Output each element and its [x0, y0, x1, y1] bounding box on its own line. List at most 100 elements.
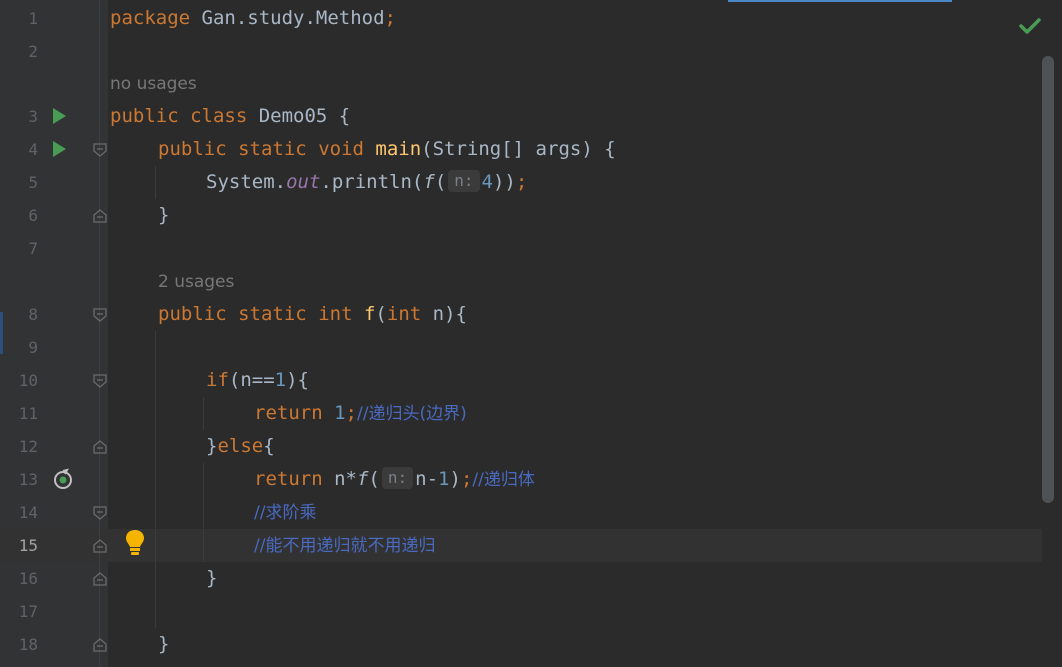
run-icon[interactable] [53, 141, 66, 157]
keyword: int [386, 303, 422, 325]
static-field: out [286, 171, 321, 193]
code-line-3[interactable]: public class Demo05 { [110, 100, 350, 133]
line-number[interactable]: 6 [0, 199, 38, 232]
number-literal: 1 [274, 369, 287, 391]
indent-guide [203, 463, 204, 562]
method-signature: (String[] args) { [421, 138, 616, 160]
semicolon: ; [345, 402, 357, 424]
code-text: System. [206, 171, 287, 193]
number-literal: 1 [322, 402, 346, 424]
line-number-current[interactable]: 15 [0, 529, 38, 562]
fold-icon[interactable] [93, 506, 107, 520]
keyword: static [238, 303, 307, 325]
line-number[interactable]: 12 [0, 430, 38, 463]
line-number[interactable]: 17 [0, 595, 38, 628]
line-number[interactable]: 18 [0, 628, 38, 661]
code-line-1[interactable]: package Gan.study.Method; [110, 2, 396, 35]
method-name: main [375, 138, 422, 160]
keyword: public [158, 303, 227, 325]
code-line-14[interactable]: //求阶乘 [254, 496, 316, 529]
method-signature: n){ [421, 303, 467, 325]
line-number[interactable]: 10 [0, 364, 38, 397]
fold-icon[interactable] [93, 440, 107, 454]
run-icon[interactable] [53, 108, 66, 124]
keyword: package [110, 7, 191, 29]
line-number[interactable]: 8 [0, 298, 38, 331]
parameter-hint: n: [448, 170, 480, 192]
line-number[interactable]: 16 [0, 562, 38, 595]
brace: } [206, 435, 218, 457]
method-call: f [423, 171, 435, 193]
code-line-18[interactable]: } [158, 628, 169, 661]
line-number[interactable]: 14 [0, 496, 38, 529]
code-line-13[interactable]: return n*f(n: n-1);//递归体 [254, 463, 535, 496]
keyword: return [254, 468, 323, 490]
semicolon: ; [384, 7, 396, 29]
line-number[interactable]: 7 [0, 232, 38, 265]
code-text: n* [322, 468, 357, 490]
method-usages-hint[interactable]: 2 usages [158, 266, 234, 299]
brace: { [263, 435, 275, 457]
number-literal: 1 [438, 468, 450, 490]
keyword: return [254, 402, 323, 424]
code-line-4[interactable]: public static void main(String[] args) { [158, 133, 616, 166]
code-line-5[interactable]: System.out.println(f(n: 4)); [206, 166, 527, 199]
number-literal: 4 [481, 171, 493, 193]
class-name: Demo05 { [247, 105, 351, 127]
indent-guide [155, 331, 156, 628]
code-text: (n== [228, 369, 275, 391]
semicolon: ; [460, 468, 473, 490]
keyword: int [318, 303, 353, 325]
keyword: else [217, 435, 264, 457]
code-line-12[interactable]: }else{ [206, 430, 275, 463]
semicolon: ; [515, 171, 528, 193]
code-line-15[interactable]: //能不用递归就不用递归 [254, 529, 435, 562]
code-line-6[interactable]: } [158, 199, 169, 232]
paren: ( [368, 468, 380, 490]
gutter-separator [99, 0, 100, 667]
keyword: public [158, 138, 227, 160]
vertical-scrollbar[interactable] [1042, 56, 1054, 503]
line-number[interactable]: 5 [0, 166, 38, 199]
class-usages-hint[interactable]: no usages [110, 68, 197, 101]
keyword: class [190, 105, 248, 127]
fold-icon[interactable] [93, 539, 107, 553]
line-number[interactable]: 3 [0, 100, 38, 133]
line-number[interactable]: 2 [0, 35, 38, 68]
fold-icon[interactable] [93, 308, 107, 322]
fold-icon[interactable] [93, 638, 107, 652]
keyword: void [318, 138, 364, 160]
fold-icon[interactable] [93, 209, 107, 223]
paren: )) [492, 171, 516, 193]
line-number[interactable]: 1 [0, 2, 38, 35]
line-number[interactable]: 4 [0, 133, 38, 166]
line-number[interactable]: 11 [0, 397, 38, 430]
method-name: f [363, 303, 376, 325]
code-line-16[interactable]: } [206, 562, 217, 595]
parameter-hint: n: [381, 467, 414, 489]
code-text: n- [415, 468, 439, 490]
line-number[interactable]: 13 [0, 463, 38, 496]
method-call: f [356, 468, 369, 490]
line-number[interactable]: 9 [0, 331, 38, 364]
paren: ( [434, 171, 447, 193]
keyword: if [206, 369, 229, 391]
fold-icon[interactable] [93, 572, 107, 586]
code-line-8[interactable]: public static int f(int n){ [158, 298, 467, 331]
comment: //能不用递归就不用递归 [254, 536, 436, 556]
code-text: ){ [286, 369, 309, 391]
fold-icon[interactable] [93, 374, 107, 388]
keyword: static [238, 138, 307, 160]
indent-guide [203, 397, 204, 430]
fold-icon[interactable] [93, 143, 107, 157]
paren: ) [449, 468, 461, 490]
keyword: public [110, 105, 179, 127]
recursive-call-icon[interactable] [52, 468, 74, 490]
code-line-10[interactable]: if(n==1){ [206, 364, 309, 397]
code-line-11[interactable]: return 1;//递归头(边界) [254, 397, 467, 430]
paren: ( [375, 303, 387, 325]
package-name: Gan.study.Method [190, 7, 385, 29]
comment: //递归头(边界) [356, 404, 467, 424]
code-editor[interactable]: package Gan.study.Method; no usages publ… [108, 0, 1042, 667]
indent-guide [155, 166, 156, 199]
